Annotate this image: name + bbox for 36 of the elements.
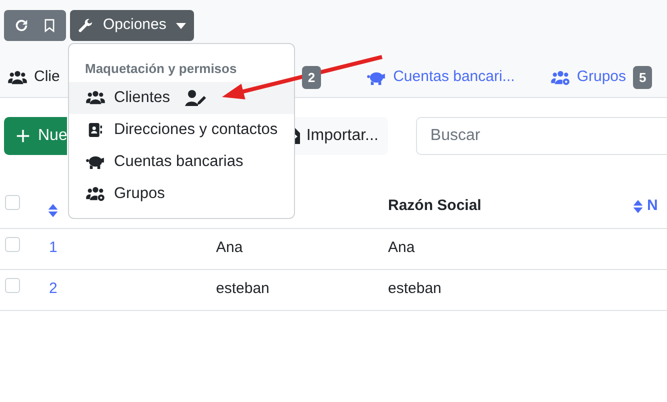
users-gear-icon [550,70,570,85]
count-badge: 5 [633,66,652,90]
sort-icon[interactable] [48,202,58,218]
menu-header: Maquetación y permisos [84,60,238,78]
users-icon [85,90,105,105]
wrench-icon [78,18,93,33]
search-field[interactable]: Buscar [416,116,667,154]
row-checkbox[interactable] [5,278,20,294]
new-button[interactable]: Nue [4,116,68,154]
column-header: Razón Social [388,196,482,216]
record-link[interactable]: 1 [49,239,58,256]
piggy-bank-icon [85,154,105,169]
column-header[interactable]: N [647,195,658,218]
menu-item[interactable]: Grupos [69,178,294,210]
row-checkbox[interactable] [5,237,20,252]
table-cell: esteban [216,280,270,298]
table-cell: Ana [216,239,243,256]
tab[interactable]: Clie [8,66,60,89]
users-gear-icon [85,186,105,201]
piggy-bank-icon [367,70,386,85]
tab[interactable]: Grupos 5 [550,66,652,90]
plus-icon [16,128,30,142]
table-cell: Ana [388,239,415,256]
tab[interactable]: Cuentas bancari... [367,66,515,89]
user-edit-icon[interactable] [185,90,207,106]
users-icon [8,70,27,85]
menu-item[interactable]: Clientes [69,82,294,114]
options-button[interactable]: Opciones [70,10,194,41]
count-badge[interactable]: 2 [302,66,322,90]
select-all-checkbox[interactable] [5,195,20,210]
bookmark-icon[interactable] [43,18,56,33]
record-link[interactable]: 2 [49,280,58,298]
caret-icon [176,22,186,28]
sort-icon[interactable] [633,198,643,214]
refresh-icon[interactable] [14,18,29,33]
table-cell: esteban [388,280,442,298]
